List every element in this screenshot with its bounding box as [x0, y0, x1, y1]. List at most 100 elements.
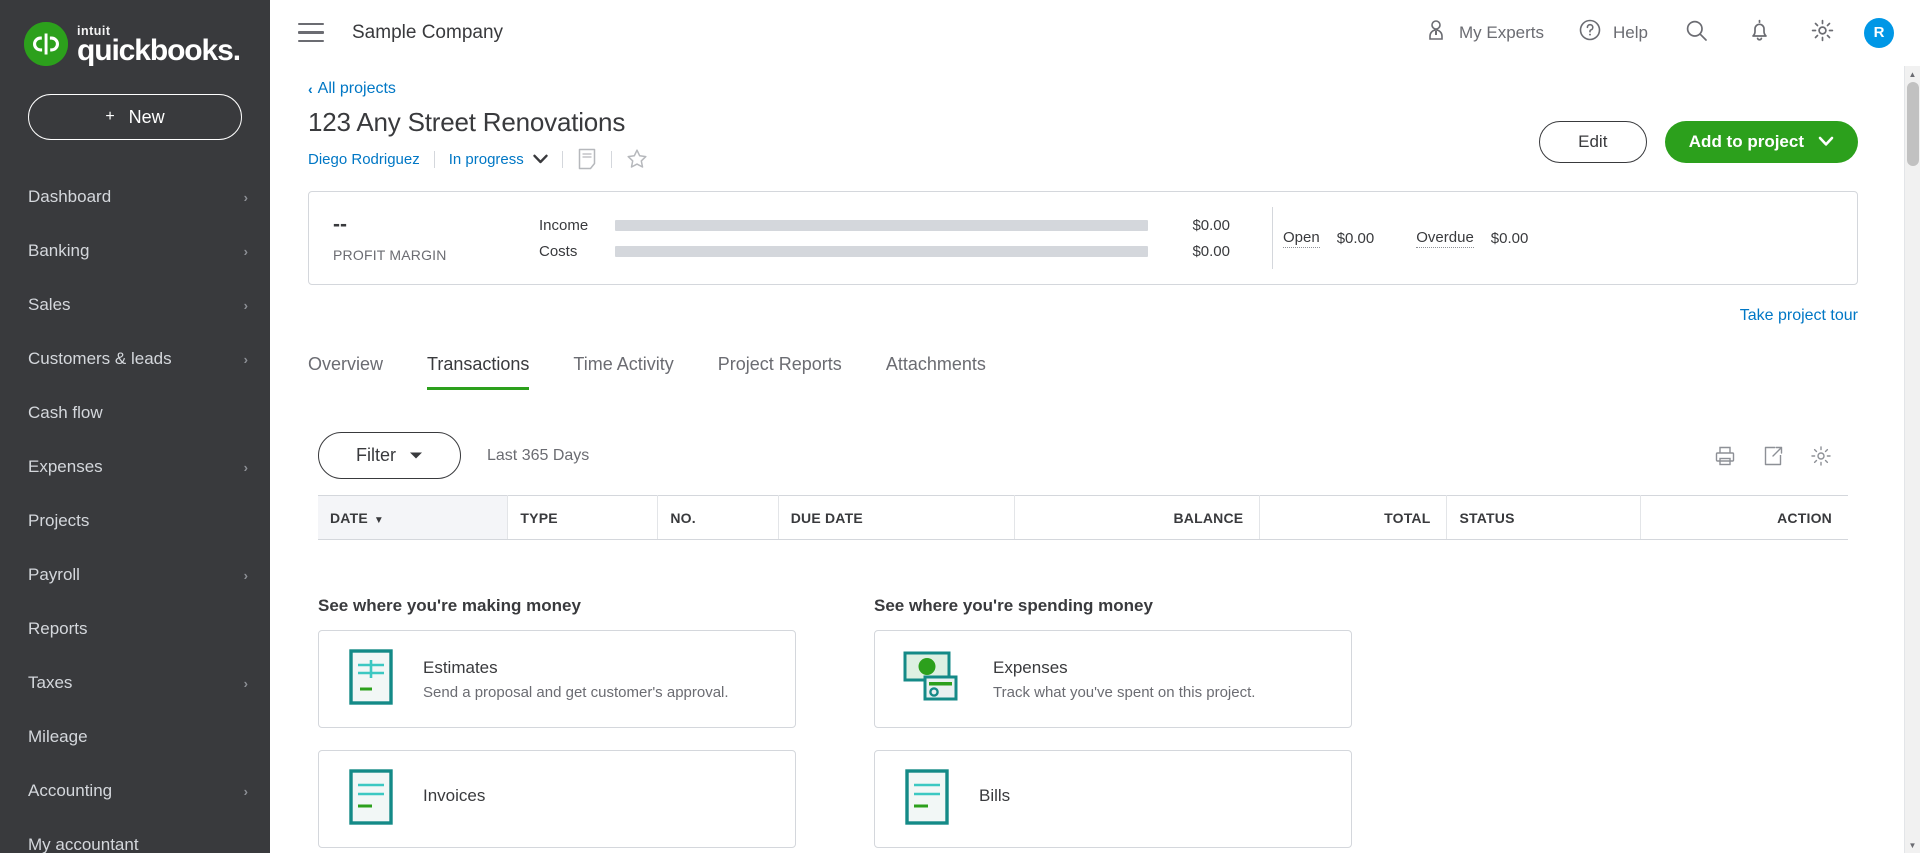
overdue-value: $0.00 — [1490, 229, 1529, 247]
export-icon[interactable] — [1762, 445, 1784, 467]
project-meta-row: Diego Rodriguez In progress — [308, 148, 648, 170]
question-circle-icon — [1578, 18, 1602, 47]
tab-time-activity[interactable]: Time Activity — [573, 346, 673, 390]
table-header-row: DATE ▼ TYPE NO. DUE DATE BALANCE TOTAL STATUS AC… — [318, 495, 1848, 540]
divider — [433, 150, 435, 168]
sidebar-item-payroll[interactable]: Payroll › — [0, 548, 270, 602]
chevron-down-icon — [1818, 132, 1834, 152]
scroll-down-arrow[interactable]: ▼ — [1905, 837, 1920, 853]
sidebar-item-projects[interactable]: Projects — [0, 494, 270, 548]
promo-card-bills[interactable]: Bills — [874, 750, 1352, 848]
estimate-document-icon — [347, 648, 395, 711]
my-experts-button[interactable]: My Experts — [1407, 18, 1561, 47]
vertical-scrollbar[interactable]: ▲ ▼ — [1904, 66, 1920, 853]
sidebar-item-cash-flow[interactable]: Cash flow — [0, 386, 270, 440]
hamburger-icon[interactable] — [298, 22, 324, 43]
add-to-project-label: Add to project — [1688, 132, 1804, 151]
sidebar-item-taxes[interactable]: Taxes › — [0, 656, 270, 710]
promo-card-invoices[interactable]: Invoices — [318, 750, 796, 848]
date-range-label: Last 365 Days — [487, 446, 590, 464]
transactions-table: DATE ▼ TYPE NO. DUE DATE BALANCE TOTAL STATUS AC… — [318, 495, 1848, 540]
note-icon[interactable] — [577, 148, 597, 170]
income-costs-bars: Income $0.00 Costs $0.00 — [539, 217, 1238, 260]
scroll-up-arrow[interactable]: ▲ — [1905, 66, 1920, 82]
column-header-status[interactable]: STATUS — [1446, 495, 1642, 540]
project-header: 123 Any Street Renovations Diego Rodrigu… — [308, 107, 1858, 170]
filter-label: Filter — [356, 445, 396, 465]
sidebar-item-banking[interactable]: Banking › — [0, 224, 270, 278]
column-header-no[interactable]: NO. — [657, 495, 779, 540]
chevron-right-icon: › — [243, 351, 248, 367]
take-project-tour-link[interactable]: Take project tour — [1740, 307, 1858, 325]
breadcrumb-all-projects[interactable]: ‹ All projects — [308, 80, 396, 98]
tab-overview[interactable]: Overview — [308, 346, 383, 390]
filter-button[interactable]: Filter — [318, 432, 461, 479]
star-icon[interactable] — [626, 148, 648, 170]
chevron-down-icon — [409, 448, 423, 463]
project-actions: Edit Add to project — [1538, 107, 1858, 163]
search-button[interactable] — [1665, 18, 1728, 48]
sidebar-item-label: Dashboard — [28, 187, 112, 206]
app-root: intuit quickbooks. + New Dashboard › Banki… — [0, 0, 1920, 853]
logo-intuit-text: intuit — [77, 23, 111, 38]
column-header-label: BALANCE — [1173, 509, 1244, 526]
help-button[interactable]: Help — [1561, 18, 1665, 47]
new-button[interactable]: + New — [28, 94, 242, 140]
summary-bar-value: $0.00 — [1192, 216, 1230, 234]
sidebar-item-dashboard[interactable]: Dashboard › — [0, 170, 270, 224]
project-summary-card: -- PROFIT MARGIN Income $0.00 Costs $0.00 O… — [308, 191, 1858, 285]
quickbooks-logo-icon — [24, 22, 68, 66]
promo-card-expenses[interactable]: Expenses Track what you've spent on this … — [874, 630, 1352, 728]
edit-button[interactable]: Edit — [1538, 121, 1647, 163]
person-icon — [1424, 18, 1448, 47]
column-header-date[interactable]: DATE ▼ — [318, 495, 509, 540]
making-money-title: See where you're making money — [318, 596, 581, 615]
column-header-balance[interactable]: BALANCE — [1014, 495, 1261, 540]
open-link[interactable]: Open — [1283, 229, 1320, 248]
customer-link[interactable]: Diego Rodriguez — [308, 151, 420, 168]
summary-bar-track — [615, 245, 1148, 257]
chevron-right-icon: › — [243, 297, 248, 313]
tab-attachments[interactable]: Attachments — [886, 346, 986, 390]
table-settings-icon[interactable] — [1810, 445, 1832, 467]
column-header-due-date[interactable]: DUE DATE — [778, 495, 1015, 540]
column-header-total[interactable]: TOTAL — [1259, 495, 1448, 540]
notifications-button[interactable] — [1728, 18, 1791, 48]
sidebar-item-mileage[interactable]: Mileage — [0, 710, 270, 764]
add-to-project-button[interactable]: Add to project — [1664, 121, 1858, 163]
settings-button[interactable] — [1791, 18, 1854, 48]
column-header-type[interactable]: TYPE — [507, 495, 659, 540]
sidebar-item-label: Sales — [28, 295, 71, 314]
sidebar-item-label: Customers & leads — [28, 349, 172, 368]
status-dropdown[interactable]: In progress — [449, 151, 548, 168]
sidebar-item-my-accountant[interactable]: My accountant — [0, 818, 270, 853]
open-value: $0.00 — [1336, 229, 1375, 247]
sidebar-item-customers-leads[interactable]: Customers & leads › — [0, 332, 270, 386]
promo-card-estimates[interactable]: Estimates Send a proposal and get custome… — [318, 630, 796, 728]
main-area: Sample Company My Experts Help R ‹ All p… — [270, 0, 1920, 853]
tab-transactions[interactable]: Transactions — [427, 346, 530, 390]
tab-project-reports[interactable]: Project Reports — [718, 346, 842, 390]
project-tabs: Overview Transactions Time Activity Project… — [308, 346, 1858, 390]
promo-card-title: Bills — [979, 786, 1011, 805]
avatar[interactable]: R — [1864, 17, 1894, 48]
column-header-label: STATUS — [1459, 509, 1515, 526]
promo-cards-area: See where you're making money Estimates S… — [308, 596, 1858, 853]
spending-money-column: See where you're spending money Expenses… — [874, 596, 1352, 853]
print-icon[interactable] — [1714, 445, 1736, 467]
divider — [561, 150, 563, 168]
promo-card-subtitle: Track what you've spent on this project. — [993, 683, 1256, 701]
scrollbar-thumb[interactable] — [1907, 82, 1919, 166]
sidebar-item-accounting[interactable]: Accounting › — [0, 764, 270, 818]
breadcrumb-label: All projects — [317, 80, 396, 97]
overdue-link[interactable]: Overdue — [1416, 229, 1474, 248]
column-header-action[interactable]: ACTION — [1640, 495, 1848, 540]
bill-document-icon — [903, 768, 951, 831]
profit-margin-label: PROFIT MARGIN — [333, 246, 447, 263]
sidebar-item-reports[interactable]: Reports — [0, 602, 270, 656]
sidebar-item-expenses[interactable]: Expenses › — [0, 440, 270, 494]
sidebar-item-label: Payroll — [28, 565, 80, 584]
quickbooks-logo[interactable]: intuit quickbooks. — [0, 0, 270, 66]
sidebar-item-sales[interactable]: Sales › — [0, 278, 270, 332]
sidebar-item-label: Taxes — [28, 673, 73, 692]
